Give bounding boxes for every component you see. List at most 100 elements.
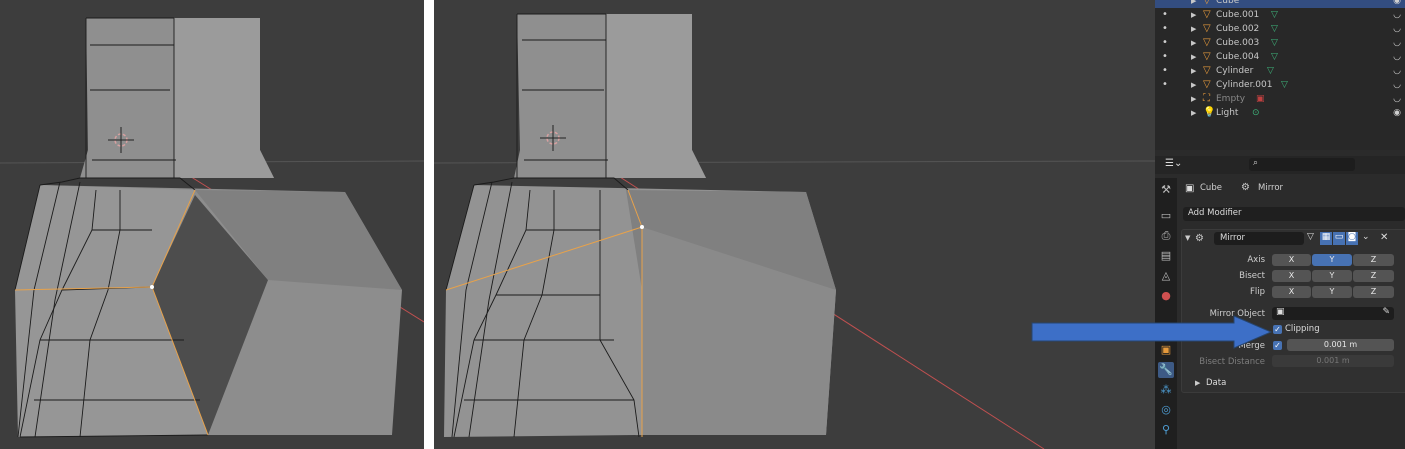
axis-y-toggle[interactable]: Y (1312, 254, 1352, 266)
hidden-eye-icon[interactable]: ◡ (1393, 22, 1401, 36)
outliner-label: Cube.003 (1216, 38, 1260, 48)
hidden-eye-icon[interactable]: ◡ (1393, 36, 1401, 50)
viewport-right[interactable] (434, 0, 1155, 449)
flip-z-toggle[interactable]: Z (1353, 286, 1394, 298)
bisect-z-toggle[interactable]: Z (1353, 270, 1394, 282)
bisect-label: Bisect (1239, 271, 1265, 281)
flip-x-toggle[interactable]: X (1272, 286, 1311, 298)
constraints-tab-icon[interactable]: ⚲ (1158, 422, 1174, 438)
merge-distance-field[interactable]: 0.001 m (1287, 339, 1394, 351)
data-subpanel-label[interactable]: Data (1206, 378, 1226, 388)
mesh-render-right (434, 13, 1155, 449)
render-tab-icon[interactable]: ▭ (1158, 208, 1174, 224)
outliner-row[interactable]: • ▶ ▽ Cylinder ▽ ◡ (1155, 64, 1405, 78)
viewport-display-icon[interactable]: ▭ (1333, 232, 1345, 245)
divider (424, 0, 434, 449)
empty-icon: ⛶ (1203, 93, 1210, 104)
breadcrumb-object: Cube (1200, 183, 1222, 193)
outliner-row[interactable]: • ▶ ▽ Cube.003 ▽ ◡ (1155, 36, 1405, 50)
outliner-label: Cylinder (1216, 66, 1254, 76)
viewport-left[interactable] (0, 0, 424, 449)
outliner-label: Cube.002 (1216, 24, 1260, 34)
expand-triangle-icon[interactable]: ▶ (1191, 78, 1196, 92)
bisect-x-toggle[interactable]: X (1272, 270, 1311, 282)
output-tab-icon[interactable]: ⎙ (1158, 228, 1174, 244)
hidden-eye-icon[interactable]: ◡ (1393, 50, 1401, 64)
expand-triangle-icon[interactable]: ▶ (1191, 0, 1196, 8)
modifier-name-field[interactable]: Mirror (1214, 232, 1304, 245)
expand-triangle-icon[interactable]: ▶ (1191, 92, 1196, 106)
modifier-name-text: Mirror (1220, 233, 1246, 243)
outliner-row[interactable]: • ▶ ▽ Cube.001 ▽ ◡ (1155, 8, 1405, 22)
properties-tabs: ⚒ ▭ ⎙ ▤ ◬ ● ▣ 🔧 ⁂ ◎ ⚲ (1155, 178, 1177, 449)
outliner-row-cube[interactable]: ▶ ▽ Cube ◉ (1155, 0, 1405, 8)
dot-icon: • (1162, 37, 1168, 48)
mesh-data-icon: ▽ (1267, 66, 1274, 76)
mesh-triangle-icon: ▽ (1203, 79, 1211, 90)
bisect-y-toggle[interactable]: Y (1312, 270, 1352, 282)
mesh-triangle-icon: ▽ (1203, 65, 1211, 76)
merge-checkbox[interactable]: ✓ (1273, 341, 1282, 350)
expand-triangle-icon[interactable]: ▶ (1191, 50, 1196, 64)
outliner-label: Empty (1216, 94, 1246, 104)
render-icon[interactable]: ◙ (1346, 232, 1358, 245)
outliner-row[interactable]: ▶ ⛶ Empty ▣ ◡ (1155, 92, 1405, 106)
mesh-data-icon: ▽ (1271, 52, 1278, 62)
hidden-eye-icon[interactable]: ◡ (1393, 78, 1401, 92)
bisect-distance-label: Bisect Distance (1199, 357, 1265, 367)
properties-search-input[interactable]: ⌕ (1249, 158, 1355, 171)
mesh-triangle-icon: ▽ (1203, 9, 1211, 20)
modifier-tab-icon[interactable]: 🔧 (1158, 362, 1174, 378)
edit-cage-icon[interactable]: ▽ (1307, 232, 1319, 245)
edit-mode-icon[interactable]: ▦ (1320, 232, 1332, 245)
object-icon: ▣ (1276, 307, 1285, 317)
tool-tab-icon[interactable]: ⚒ (1158, 182, 1174, 198)
bisect-distance-field[interactable]: 0.001 m (1272, 355, 1394, 367)
view-layer-tab-icon[interactable]: ▤ (1158, 248, 1174, 264)
axis-x-toggle[interactable]: X (1272, 254, 1311, 266)
outliner-label: Cube (1216, 0, 1240, 6)
hidden-eye-icon[interactable]: ◡ (1393, 8, 1401, 22)
clipping-checkbox[interactable]: ✓ (1273, 325, 1282, 334)
editor-type-icon[interactable]: ☰⌄ (1165, 158, 1182, 169)
outliner-row[interactable]: • ▶ ▽ Cube.004 ▽ ◡ (1155, 50, 1405, 64)
outliner-row[interactable]: • ▶ ▽ Cube.002 ▽ ◡ (1155, 22, 1405, 36)
mirror-object-field[interactable]: ▣ ✎ (1272, 307, 1394, 320)
outliner: ▶ ▽ Cube ◉ • ▶ ▽ Cube.001 ▽ ◡ • ▶ ▽ Cube… (1155, 0, 1405, 150)
mesh-triangle-icon: ▽ (1203, 0, 1211, 6)
annotation-arrow-icon (1031, 315, 1273, 349)
outliner-row[interactable]: • ▶ ▽ Cylinder.001 ▽ ◡ (1155, 78, 1405, 92)
modifier-wrench-icon: ⚙ (1241, 182, 1250, 193)
clipping-label: Clipping (1285, 324, 1320, 334)
add-modifier-label: Add Modifier (1188, 208, 1242, 218)
outliner-label: Cube.004 (1216, 52, 1260, 62)
dropdown-chevron-icon[interactable]: ⌄ (1362, 232, 1370, 242)
expand-triangle-icon[interactable]: ▶ (1191, 22, 1196, 36)
physics-tab-icon[interactable]: ◎ (1158, 402, 1174, 418)
light-bulb-icon: 💡 (1203, 107, 1216, 118)
world-tab-icon[interactable]: ● (1158, 288, 1174, 304)
collapse-triangle-icon[interactable]: ▼ (1185, 234, 1190, 242)
eye-icon[interactable]: ◉ (1393, 0, 1401, 8)
expand-triangle-icon[interactable]: ▶ (1191, 36, 1196, 50)
flip-y-toggle[interactable]: Y (1312, 286, 1352, 298)
hidden-eye-icon[interactable]: ◡ (1393, 64, 1401, 78)
hidden-eye-icon[interactable]: ◡ (1393, 92, 1401, 106)
expand-triangle-icon[interactable]: ▶ (1191, 106, 1196, 120)
axis-z-toggle[interactable]: Z (1353, 254, 1394, 266)
dot-icon: • (1162, 9, 1168, 20)
mesh-data-icon: ▽ (1281, 80, 1288, 90)
add-modifier-button[interactable]: Add Modifier (1183, 207, 1405, 221)
eyedropper-icon[interactable]: ✎ (1382, 307, 1390, 317)
mesh-triangle-icon: ▽ (1203, 37, 1211, 48)
expand-triangle-icon[interactable]: ▶ (1191, 8, 1196, 22)
object-icon: ▣ (1185, 183, 1195, 194)
particles-tab-icon[interactable]: ⁂ (1158, 382, 1174, 398)
eye-icon[interactable]: ◉ (1393, 106, 1401, 120)
expand-triangle-icon[interactable]: ▶ (1191, 64, 1196, 78)
scene-tab-icon[interactable]: ◬ (1158, 268, 1174, 284)
close-icon[interactable]: ✕ (1380, 232, 1388, 243)
outliner-row[interactable]: ▶ 💡 Light ⊙ ◉ (1155, 106, 1405, 120)
expand-triangle-icon[interactable]: ▶ (1195, 379, 1200, 387)
mesh-data-icon: ▽ (1271, 10, 1278, 20)
